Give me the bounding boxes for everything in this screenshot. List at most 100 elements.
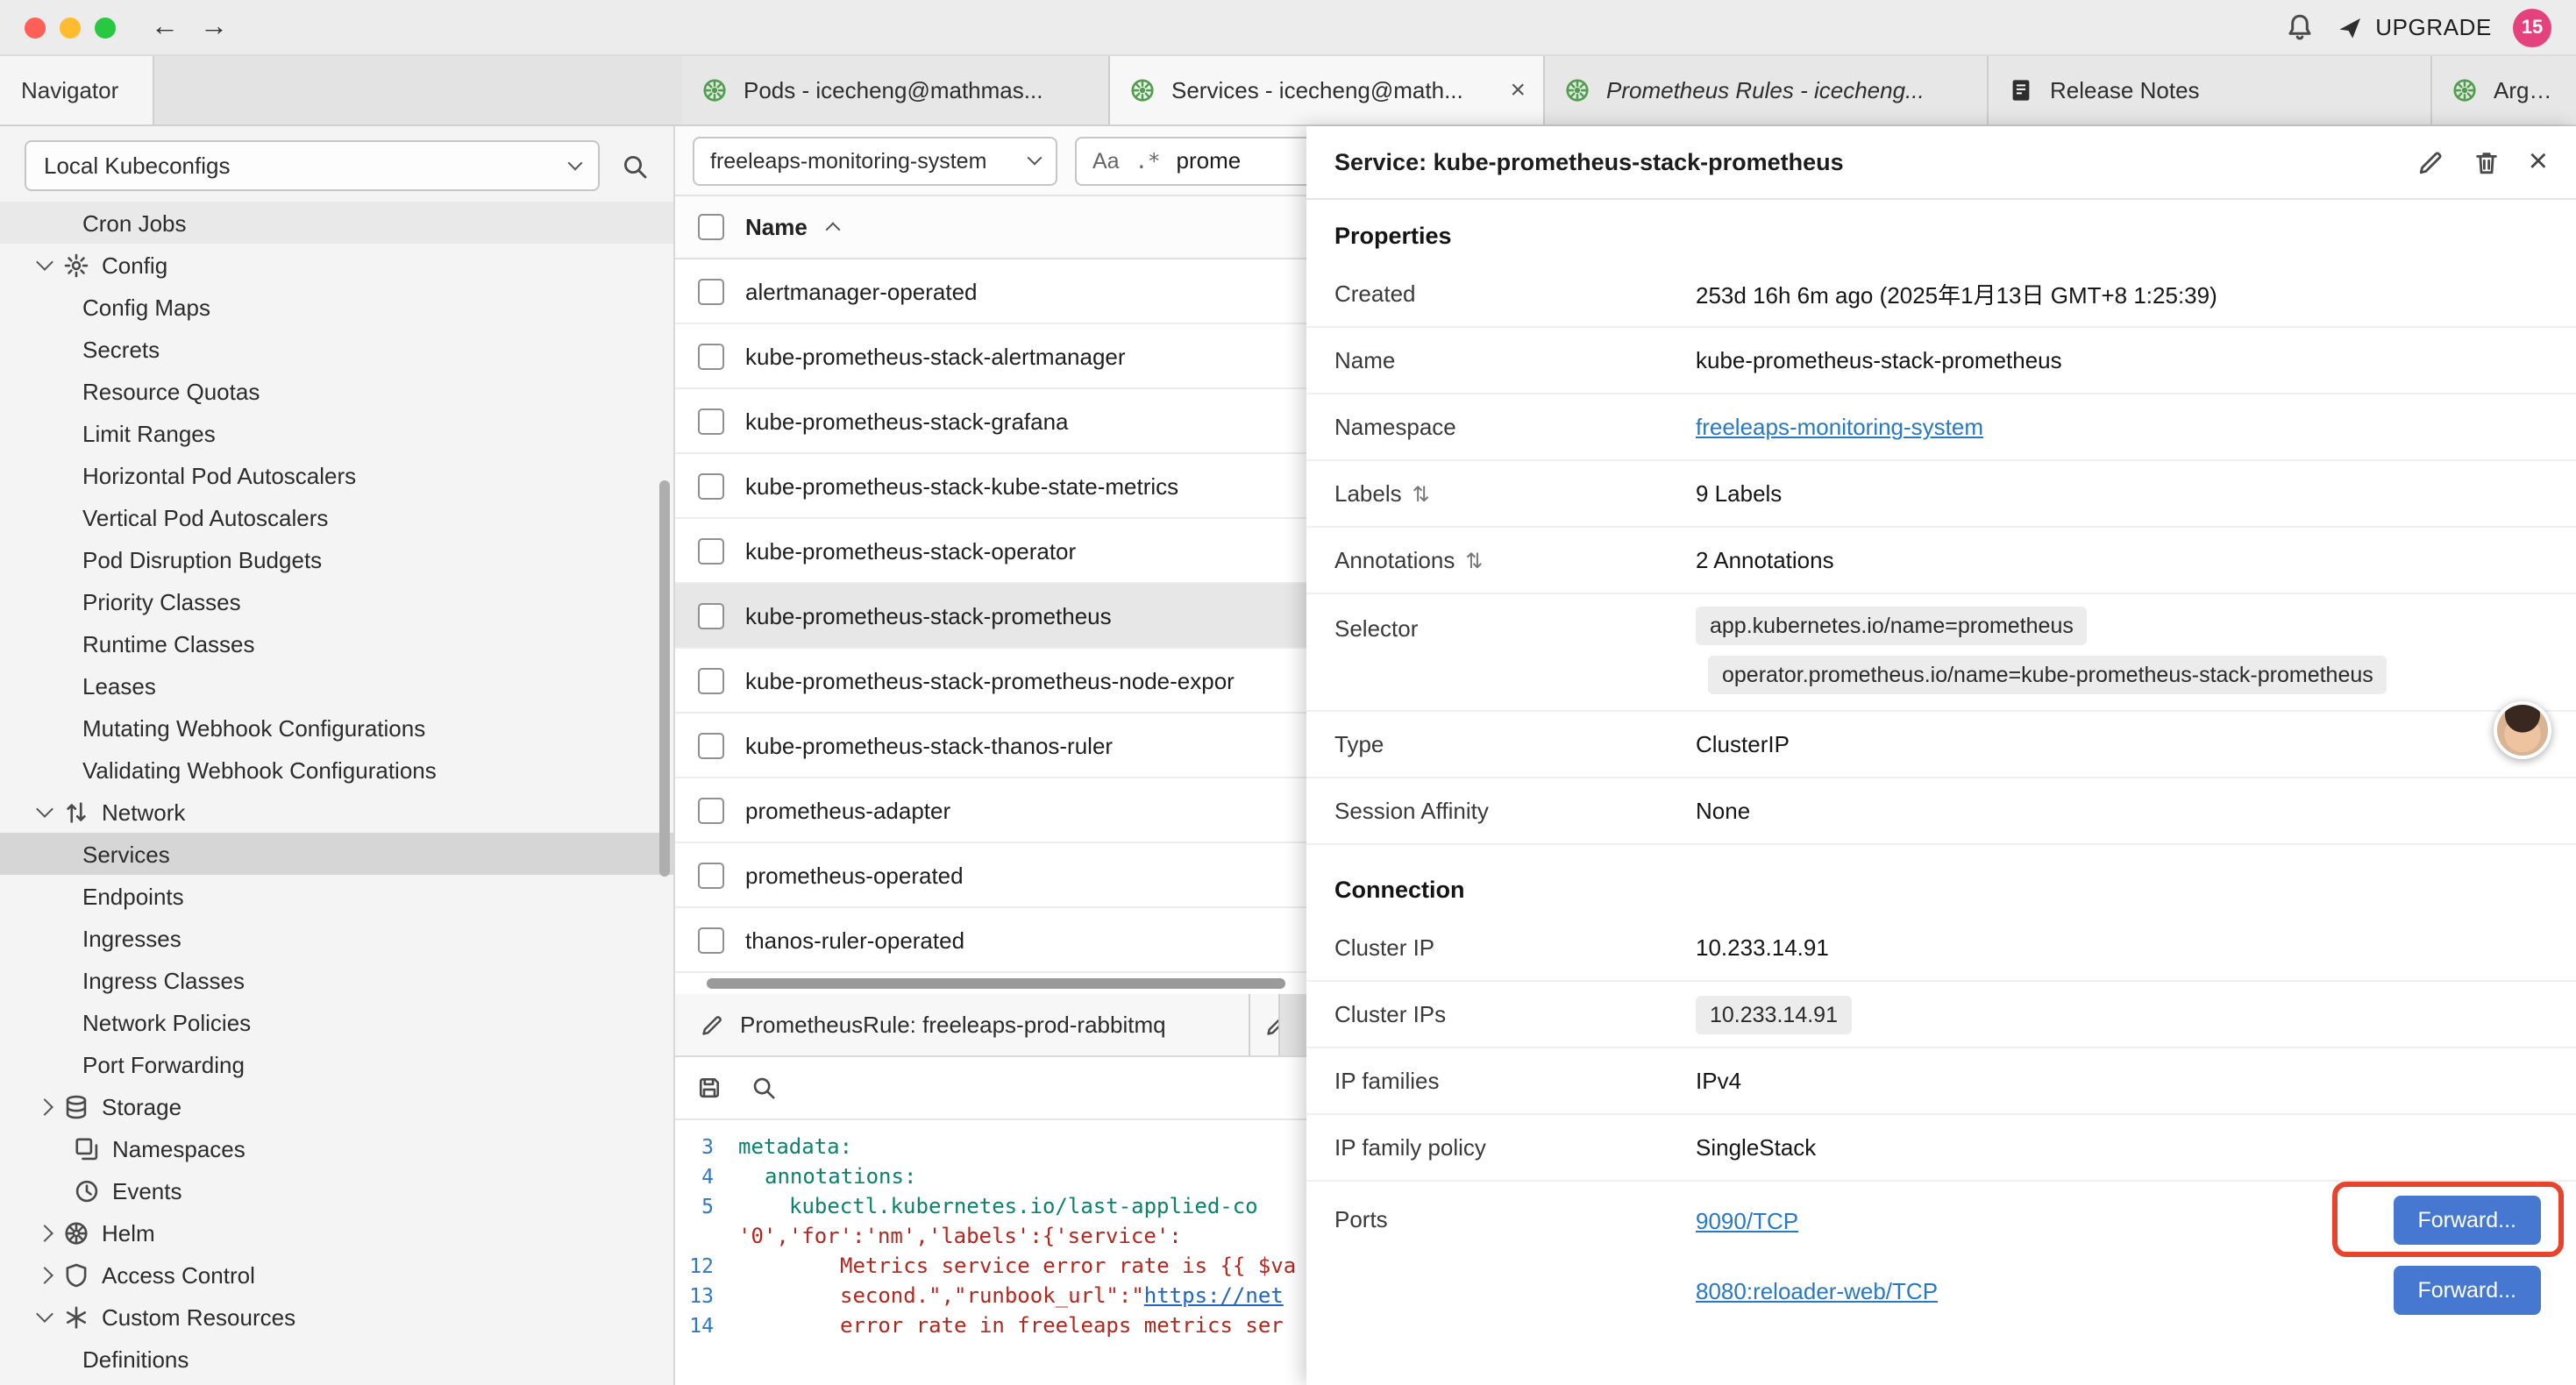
name-column-header[interactable]: Name [745,214,808,240]
service-name: alertmanager-operated [745,278,978,304]
service-name: prometheus-operated [745,862,964,888]
match-case-toggle[interactable]: Aa [1092,148,1120,173]
yaml-editor[interactable]: 3metadata: 4annotations: 5kubectl.kubern… [675,1120,1306,1385]
back-button[interactable]: ← [151,13,179,41]
table-row-selected[interactable]: kube-prometheus-stack-prometheus [675,584,1306,649]
table-row[interactable]: thanos-ruler-operated [675,908,1306,973]
sort-toggle-icon[interactable]: ⇅ [1465,548,1483,572]
table-row[interactable]: kube-prometheus-stack-grafana [675,389,1306,454]
tab-services[interactable]: Services - icecheng@math... × [1110,56,1545,124]
close-window-button[interactable] [25,17,46,38]
sidebar-item-endpoints[interactable]: Endpoints [0,875,673,917]
sidebar-item-mutating-webhook-configurations[interactable]: Mutating Webhook Configurations [0,707,673,749]
zoom-window-button[interactable] [95,17,116,38]
sidebar-search-icon[interactable] [621,152,649,180]
sidebar-item-ingress-classes[interactable]: Ingress Classes [0,959,673,1001]
table-header: Name [675,196,1306,259]
sidebar-item-vertical-pod-autoscalers[interactable]: Vertical Pod Autoscalers [0,496,673,538]
sidebar-group-access-control[interactable]: Access Control [0,1254,673,1296]
select-all-checkbox[interactable] [698,214,724,240]
forward-port-button[interactable]: Forward... [2393,1196,2541,1245]
save-icon[interactable] [696,1075,722,1101]
sidebar-item-resource-quotas[interactable]: Resource Quotas [0,370,673,412]
editor-tab-prometheusrule[interactable]: PrometheusRule: freeleaps-prod-rabbitmq [675,994,1250,1055]
forward-button[interactable]: → [200,13,228,41]
row-checkbox[interactable] [698,797,724,823]
navigator-panel-tab[interactable]: Navigator [0,56,154,124]
forward-port-button[interactable]: Forward... [2393,1266,2541,1315]
horizontal-scrollbar[interactable] [675,973,1306,994]
table-row[interactable]: kube-prometheus-stack-operator [675,519,1306,584]
sidebar-item-config-maps[interactable]: Config Maps [0,286,673,328]
sidebar-group-storage[interactable]: Storage [0,1085,673,1127]
upgrade-label: UPGRADE [2375,14,2492,40]
port-link[interactable]: 9090/TCP [1696,1207,1798,1233]
namespace-filter-select[interactable]: freeleaps-monitoring-system [693,136,1057,185]
row-checkbox[interactable] [698,408,724,434]
sidebar-item-events[interactable]: Events [0,1169,673,1211]
sidebar-item-secrets[interactable]: Secrets [0,328,673,370]
tab-release-notes[interactable]: Release Notes [1989,56,2432,124]
sidebar-item-pod-disruption-budgets[interactable]: Pod Disruption Budgets [0,538,673,580]
table-row[interactable]: kube-prometheus-stack-prometheus-node-ex… [675,649,1306,714]
sidebar-group-network[interactable]: Network [0,791,673,833]
tab-pods[interactable]: Pods - icecheng@mathmas... [682,56,1110,124]
sidebar-item-runtime-classes[interactable]: Runtime Classes [0,622,673,664]
delete-service-icon[interactable] [2473,148,2501,176]
close-tab-icon[interactable]: × [1503,75,1526,105]
row-checkbox[interactable] [698,472,724,499]
port-link[interactable]: 8080:reloader-web/TCP [1696,1277,1938,1303]
chevron-down-icon [1028,151,1042,166]
row-checkbox[interactable] [698,537,724,564]
editor-search-icon[interactable] [751,1075,777,1101]
sidebar-item-definitions[interactable]: Definitions [0,1338,673,1380]
row-checkbox[interactable] [698,862,724,888]
sidebar-group-helm[interactable]: Helm [0,1211,673,1254]
sidebar-group-custom-resources[interactable]: Custom Resources [0,1296,673,1338]
sidebar-item-leases[interactable]: Leases [0,664,673,707]
minimize-window-button[interactable] [60,17,81,38]
search-input[interactable] [1177,147,1307,174]
sidebar-group-config[interactable]: Config [0,244,673,286]
table-row[interactable]: kube-prometheus-stack-thanos-ruler [675,714,1306,778]
table-row[interactable]: kube-prometheus-stack-alertmanager [675,324,1306,389]
table-row[interactable]: kube-prometheus-stack-kube-state-metrics [675,454,1306,519]
table-row[interactable]: alertmanager-operated [675,259,1306,324]
sidebar-item-services[interactable]: Services [0,833,673,875]
upgrade-button[interactable]: UPGRADE [2335,13,2492,41]
edit-service-icon[interactable] [2416,148,2444,176]
events-clock-icon [72,1177,102,1204]
row-checkbox[interactable] [698,278,724,304]
sidebar-item-horizontal-pod-autoscalers[interactable]: Horizontal Pod Autoscalers [0,454,673,496]
table-row[interactable]: prometheus-adapter [675,778,1306,843]
table-row[interactable]: prometheus-operated [675,843,1306,908]
row-checkbox[interactable] [698,927,724,953]
notifications-bell-icon[interactable] [2284,12,2314,42]
tab-argo[interactable]: Argo Se... [2432,56,2576,124]
sidebar-item-network-policies[interactable]: Network Policies [0,1001,673,1043]
regex-toggle[interactable]: .* [1135,148,1161,173]
row-checkbox[interactable] [698,343,724,369]
sidebar-item-port-forwarding[interactable]: Port Forwarding [0,1043,673,1085]
sort-toggle-icon[interactable]: ⇅ [1413,481,1430,506]
row-checkbox[interactable] [698,602,724,629]
sidebar-item-limit-ranges[interactable]: Limit Ranges [0,412,673,454]
close-drawer-icon[interactable]: × [2529,146,2548,179]
sidebar-item-label: Endpoints [82,883,184,909]
sidebar-item-cron-jobs[interactable]: Cron Jobs [0,202,673,244]
sidebar-scrollbar[interactable] [659,480,670,877]
row-checkbox[interactable] [698,732,724,758]
sidebar-item-namespaces[interactable]: Namespaces [0,1127,673,1169]
tab-bar: Navigator Pods - icecheng@mathmas... Ser… [0,56,2576,126]
sidebar-item-priority-classes[interactable]: Priority Classes [0,580,673,622]
namespace-link[interactable]: freeleaps-monitoring-system [1696,414,1983,440]
assistant-avatar[interactable] [2494,701,2551,759]
tab-prometheus-rules[interactable]: Prometheus Rules - icecheng... [1545,56,1989,124]
kubeconfig-selector[interactable]: Local Kubeconfigs [25,140,600,191]
row-checkbox[interactable] [698,667,724,693]
notification-count-badge[interactable]: 15 [2513,8,2551,46]
horizontal-scrollbar-thumb[interactable] [707,978,1285,989]
sidebar-item-ingresses[interactable]: Ingresses [0,917,673,959]
editor-tab-partial[interactable] [1250,994,1280,1055]
sidebar-item-validating-webhook-configurations[interactable]: Validating Webhook Configurations [0,749,673,791]
